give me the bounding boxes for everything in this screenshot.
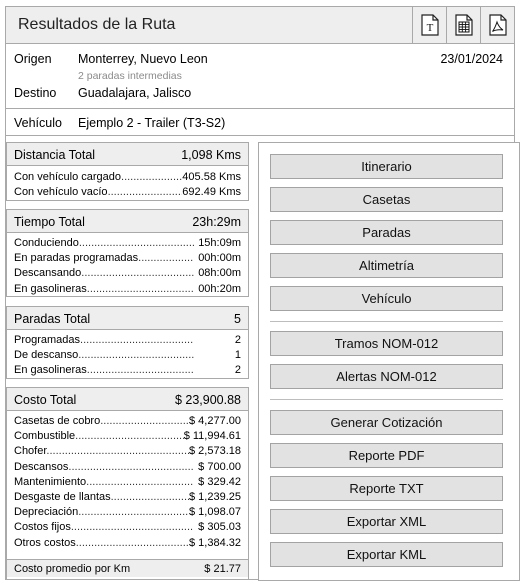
distance-title: Distancia Total	[14, 148, 96, 162]
generate-quote-button[interactable]: Generar Cotización	[270, 410, 503, 435]
time-header: Tiempo Total 23h:29m	[7, 210, 248, 233]
vehicle-label: Vehículo	[14, 116, 62, 130]
destination-label: Destino	[14, 86, 57, 100]
divider	[270, 321, 503, 322]
stops-card: Paradas Total 5 Programadas2 De descanso…	[6, 306, 249, 379]
pdf-icon[interactable]	[480, 7, 514, 43]
pdf-report-button[interactable]: Reporte PDF	[270, 443, 503, 468]
actions-panel: Itinerario Casetas Paradas Altimetría Ve…	[258, 142, 520, 581]
destination-value: Guadalajara, Jalisco	[78, 86, 192, 100]
tolls-button[interactable]: Casetas	[270, 187, 503, 212]
origin-label: Origen	[14, 52, 52, 66]
svg-text:T: T	[426, 22, 433, 34]
stops-button[interactable]: Paradas	[270, 220, 503, 245]
cost-card: Costo Total $ 23,900.88 Casetas de cobro…	[6, 387, 249, 580]
cost-footer: Costo promedio por Km $ 21.77	[7, 559, 248, 577]
export-xml-button[interactable]: Exportar XML	[270, 509, 503, 534]
stops-title: Paradas Total	[14, 312, 91, 326]
header-bar: Resultados de la Ruta T	[6, 7, 514, 44]
list-item: Otros costos$ 1,384.32	[7, 536, 248, 551]
stops-header: Paradas Total 5	[7, 307, 248, 330]
altimetry-button[interactable]: Altimetría	[270, 253, 503, 278]
txt-report-button[interactable]: Reporte TXT	[270, 476, 503, 501]
distance-header: Distancia Total 1,098 Kms	[7, 143, 248, 166]
stops-note: 2 paradas intermedias	[78, 70, 182, 82]
cost-title: Costo Total	[14, 393, 77, 407]
time-total: 23h:29m	[192, 215, 241, 229]
export-kml-button[interactable]: Exportar KML	[270, 542, 503, 567]
page-title: Resultados de la Ruta	[18, 16, 176, 33]
vehicle-row: Vehículo Ejemplo 2 - Trailer (T3-S2)	[6, 110, 514, 136]
list-item: Descansos$ 700.00	[7, 460, 248, 475]
origin-value: Monterrey, Nuevo Leon	[78, 52, 208, 66]
list-item: En paradas programadas00h:00m	[7, 251, 248, 266]
nom012-segments-button[interactable]: Tramos NOM-012	[270, 331, 503, 356]
vehicle-value: Ejemplo 2 - Trailer (T3-S2)	[78, 116, 226, 130]
list-item: Mantenimiento$ 329.42	[7, 475, 248, 490]
route-date: 23/01/2024	[440, 52, 503, 66]
avg-cost-value: $ 21.77	[204, 563, 241, 575]
stops-total: 5	[234, 312, 241, 326]
list-item: Desgaste de llantas$ 1,239.25	[7, 490, 248, 505]
list-item: Depreciación$ 1,098.07	[7, 505, 248, 520]
export-icons: T	[412, 7, 514, 43]
distance-total: 1,098 Kms	[181, 148, 241, 162]
list-item: De descanso1	[7, 348, 248, 363]
time-card: Tiempo Total 23h:29m Conduciendo15h:09m …	[6, 209, 249, 297]
text-file-icon[interactable]: T	[412, 7, 446, 43]
route-info: Origen Monterrey, Nuevo Leon 2 paradas i…	[6, 44, 514, 109]
list-item: Casetas de cobro$ 4,277.00	[7, 414, 248, 429]
spreadsheet-icon[interactable]	[446, 7, 480, 43]
list-item: Costos fijos$ 305.03	[7, 520, 248, 535]
cost-header: Costo Total $ 23,900.88	[7, 388, 248, 411]
list-item: Con vehículo vacío692.49 Kms	[7, 185, 248, 200]
list-item: Con vehículo cargado405.58 Kms	[7, 170, 248, 185]
distance-card: Distancia Total 1,098 Kms Con vehículo c…	[6, 142, 249, 201]
list-item: Conduciendo15h:09m	[7, 236, 248, 251]
vehicle-button[interactable]: Vehículo	[270, 286, 503, 311]
list-item: Combustible$ 11,994.61	[7, 429, 248, 444]
time-title: Tiempo Total	[14, 215, 85, 229]
results-window: Resultados de la Ruta T Origen Monterrey…	[5, 6, 520, 581]
divider	[270, 399, 503, 400]
cost-total: $ 23,900.88	[174, 393, 241, 407]
list-item: En gasolineras2	[7, 363, 248, 378]
list-item: Programadas2	[7, 333, 248, 348]
list-item: Descansando08h:00m	[7, 266, 248, 281]
itinerary-button[interactable]: Itinerario	[270, 154, 503, 179]
nom012-alerts-button[interactable]: Alertas NOM-012	[270, 364, 503, 389]
avg-cost-label: Costo promedio por Km	[14, 563, 131, 575]
list-item: En gasolineras00h:20m	[7, 282, 248, 297]
list-item: Chofer$ 2,573.18	[7, 444, 248, 459]
